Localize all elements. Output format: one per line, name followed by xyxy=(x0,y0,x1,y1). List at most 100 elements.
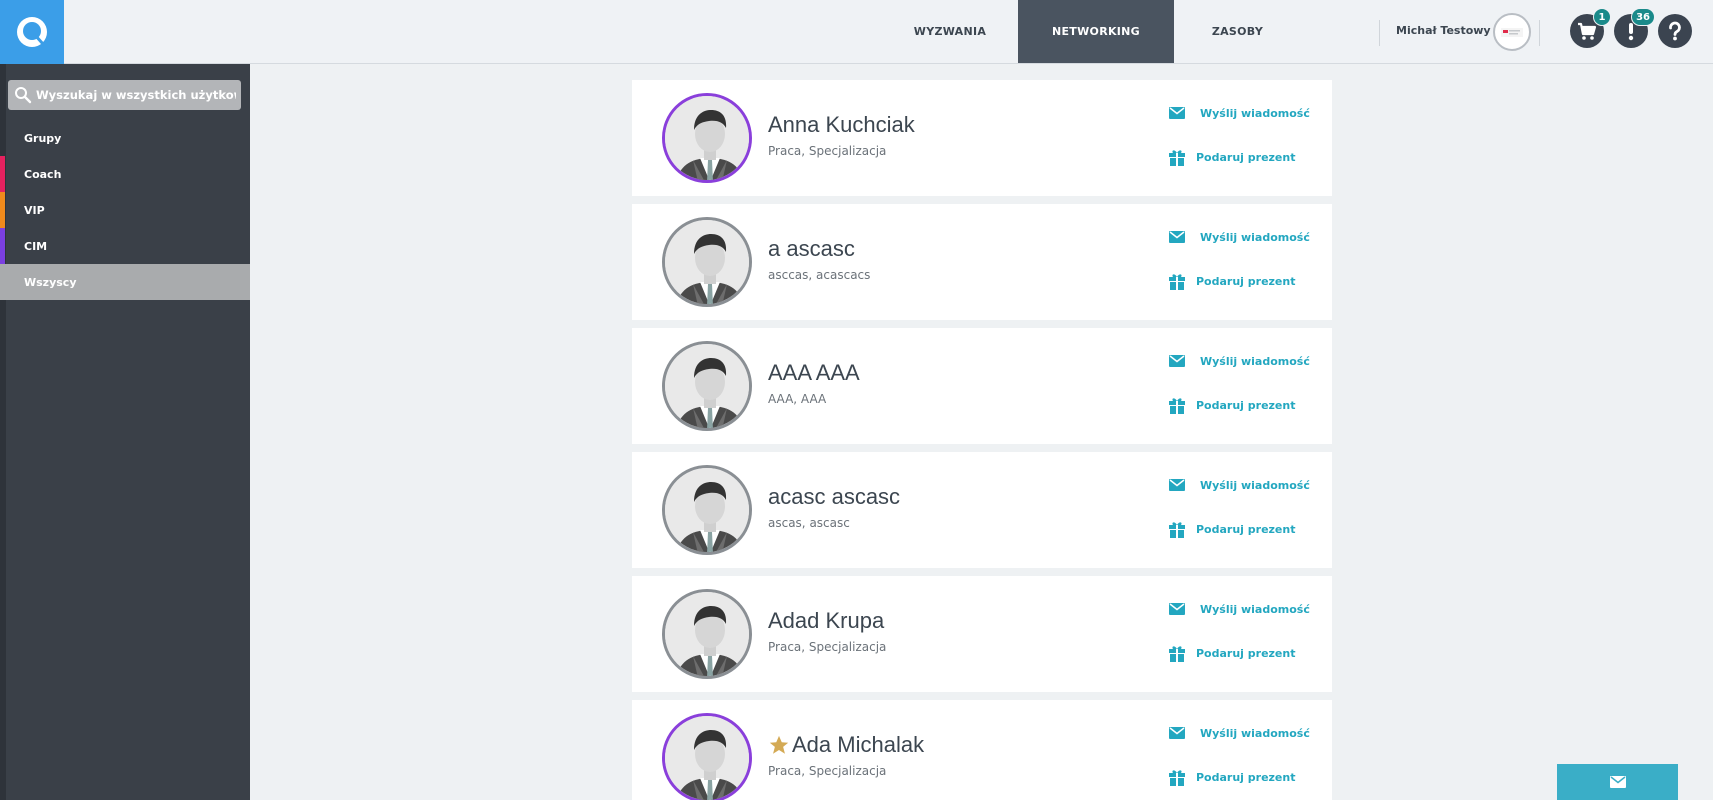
user-subtitle: Praca, Specjalizacja xyxy=(768,144,887,158)
give-gift-link[interactable]: Podaruj prezent xyxy=(1168,520,1295,538)
give-gift-label: Podaruj prezent xyxy=(1196,398,1296,412)
send-message-label: Wyślij wiadomość xyxy=(1200,478,1310,492)
notifications-button[interactable]: 36 xyxy=(1614,8,1655,48)
search-input[interactable] xyxy=(36,88,236,102)
category-strip xyxy=(0,228,5,264)
nav-divider-2 xyxy=(1539,20,1540,46)
user-name-row[interactable]: acasc ascasc xyxy=(768,484,900,510)
sidebar-item-vip[interactable]: VIP xyxy=(0,192,250,228)
user-name: Ada Michalak xyxy=(792,732,925,757)
user-subtitle: Praca, Specjalizacja xyxy=(768,764,887,778)
send-message-label: Wyślij wiadomość xyxy=(1200,726,1310,740)
user-name: acasc ascasc xyxy=(768,484,901,509)
send-message-label: Wyślij wiadomość xyxy=(1200,354,1310,368)
notifications-badge: 36 xyxy=(1631,8,1655,26)
star-icon xyxy=(769,735,789,754)
help-button[interactable] xyxy=(1658,14,1692,48)
send-message-link[interactable]: Wyślij wiadomość xyxy=(1168,724,1310,742)
category-strip xyxy=(0,156,5,192)
cart-button[interactable]: 1 xyxy=(1570,8,1611,48)
nav-divider xyxy=(1379,20,1380,46)
give-gift-label: Podaruj prezent xyxy=(1196,522,1296,536)
search-icon xyxy=(15,87,32,104)
user-subtitle: ascas, ascasc xyxy=(768,516,850,530)
send-message-link[interactable]: Wyślij wiadomość xyxy=(1168,352,1310,370)
mail-icon xyxy=(1168,228,1186,246)
mail-icon xyxy=(1609,776,1626,788)
user-card[interactable]: Adad Krupa Praca, Specjalizacja Wyślij w… xyxy=(632,576,1332,692)
sidebar-item-wszyscy[interactable]: Wszyscy xyxy=(0,264,250,300)
user-name-row[interactable]: Adad Krupa xyxy=(768,608,884,634)
gift-icon xyxy=(1168,272,1186,290)
send-message-link[interactable]: Wyślij wiadomość xyxy=(1168,476,1310,494)
logo[interactable] xyxy=(0,0,64,64)
logo-icon xyxy=(17,17,47,47)
user-card[interactable]: a ascasc asccas, acascacs Wyślij wiadomo… xyxy=(632,204,1332,320)
user-avatar[interactable] xyxy=(662,589,752,679)
give-gift-link[interactable]: Podaruj prezent xyxy=(1168,644,1295,662)
user-name-row[interactable]: AAA AAA xyxy=(768,360,860,386)
give-gift-label: Podaruj prezent xyxy=(1196,150,1296,164)
user-name-row[interactable]: a ascasc xyxy=(768,236,855,262)
send-message-label: Wyślij wiadomość xyxy=(1200,106,1310,120)
user-name[interactable]: Michał Testowy xyxy=(1396,24,1491,37)
floating-message-button[interactable] xyxy=(1557,764,1678,800)
user-card[interactable]: acasc ascasc ascas, ascasc Wyślij wiadom… xyxy=(632,452,1332,568)
user-avatar[interactable] xyxy=(662,341,752,431)
user-name: AAA AAA xyxy=(768,360,860,385)
user-avatar[interactable] xyxy=(662,217,752,307)
give-gift-link[interactable]: Podaruj prezent xyxy=(1168,396,1295,414)
gift-icon xyxy=(1168,520,1186,538)
gift-icon xyxy=(1168,644,1186,662)
nav-tab-networking[interactable]: NETWORKING xyxy=(1018,0,1174,63)
give-gift-label: Podaruj prezent xyxy=(1196,274,1296,288)
category-strip xyxy=(0,192,5,228)
top-bar: WYZWANIA NETWORKING ZASOBY Michał Testow… xyxy=(0,0,1713,64)
nav-tab-wyzwania[interactable]: WYZWANIA xyxy=(895,0,1005,63)
question-icon xyxy=(1669,21,1681,41)
give-gift-label: Podaruj prezent xyxy=(1196,770,1296,784)
give-gift-link[interactable]: Podaruj prezent xyxy=(1168,768,1295,786)
sidebar: Grupy Coach VIP CIM Wszyscy xyxy=(0,64,250,800)
user-card[interactable]: Ada Michalak Praca, Specjalizacja Wyślij… xyxy=(632,700,1332,800)
sidebar-item-grupy[interactable]: Grupy xyxy=(0,120,250,156)
user-avatar[interactable] xyxy=(662,93,752,183)
user-name-row[interactable]: Anna Kuchciak xyxy=(768,112,915,138)
mail-icon xyxy=(1168,476,1186,494)
sidebar-item-label: CIM xyxy=(24,239,48,253)
mail-icon xyxy=(1168,352,1186,370)
avatar-thumbnail-icon xyxy=(1501,28,1523,37)
send-message-label: Wyślij wiadomość xyxy=(1200,230,1310,244)
gift-icon xyxy=(1168,768,1186,786)
mail-icon xyxy=(1168,724,1186,742)
cart-badge: 1 xyxy=(1593,8,1611,26)
user-name: Adad Krupa xyxy=(768,608,885,633)
user-subtitle: asccas, acascacs xyxy=(768,268,871,282)
sidebar-item-label: Coach xyxy=(24,167,62,181)
send-message-link[interactable]: Wyślij wiadomość xyxy=(1168,104,1310,122)
send-message-link[interactable]: Wyślij wiadomość xyxy=(1168,600,1310,618)
mail-icon xyxy=(1168,104,1186,122)
gift-icon xyxy=(1168,148,1186,166)
user-avatar[interactable] xyxy=(662,713,752,800)
gift-icon xyxy=(1168,396,1186,414)
search-box[interactable] xyxy=(8,80,241,110)
user-avatar[interactable] xyxy=(1493,13,1531,51)
sidebar-item-cim[interactable]: CIM xyxy=(0,228,250,264)
user-card[interactable]: Anna Kuchciak Praca, Specjalizacja Wyśli… xyxy=(632,80,1332,196)
user-card[interactable]: AAA AAA AAA, AAA Wyślij wiadomość Podaru… xyxy=(632,328,1332,444)
give-gift-link[interactable]: Podaruj prezent xyxy=(1168,272,1295,290)
sidebar-item-label: Grupy xyxy=(24,131,62,145)
user-name: Anna Kuchciak xyxy=(768,112,915,137)
nav-tab-zasoby[interactable]: ZASOBY xyxy=(1180,0,1295,63)
give-gift-link[interactable]: Podaruj prezent xyxy=(1168,148,1295,166)
user-subtitle: Praca, Specjalizacja xyxy=(768,640,887,654)
user-avatar[interactable] xyxy=(662,465,752,555)
user-name: a ascasc xyxy=(768,236,855,261)
user-name-row[interactable]: Ada Michalak xyxy=(768,732,924,758)
give-gift-label: Podaruj prezent xyxy=(1196,646,1296,660)
user-subtitle: AAA, AAA xyxy=(768,392,827,406)
mail-icon xyxy=(1168,600,1186,618)
sidebar-item-coach[interactable]: Coach xyxy=(0,156,250,192)
send-message-link[interactable]: Wyślij wiadomość xyxy=(1168,228,1310,246)
